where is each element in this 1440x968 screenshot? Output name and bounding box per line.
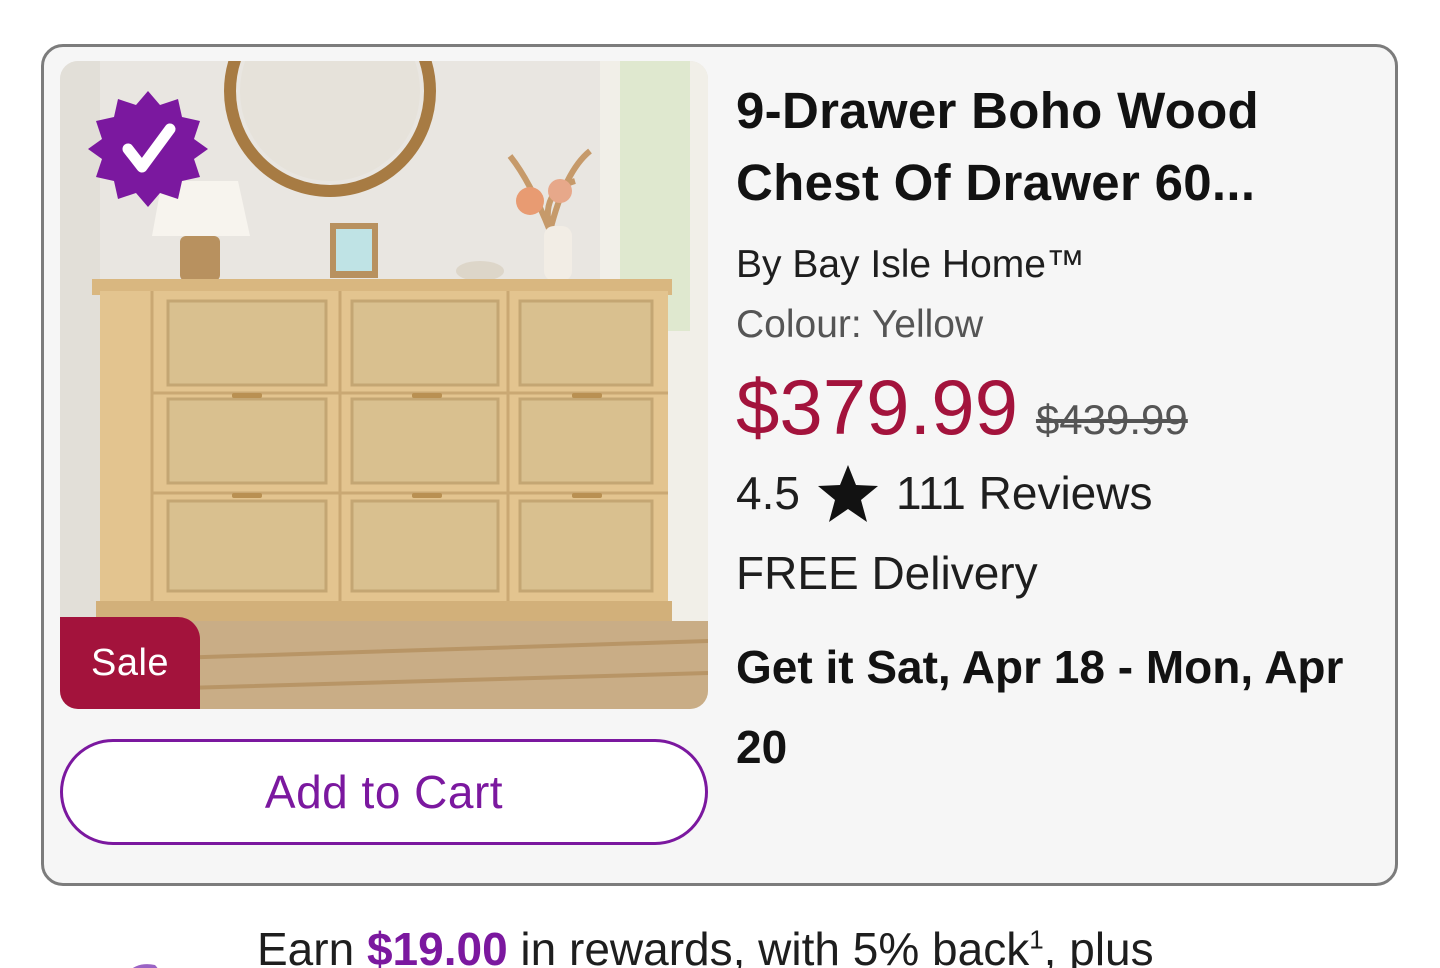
star-icon — [817, 465, 878, 522]
product-card[interactable]: Sale Add to Cart 9-Drawer Boho Wood Ches… — [41, 44, 1398, 886]
sale-price: $379.99 — [736, 363, 1018, 451]
product-colour: Colour: Yellow — [736, 303, 984, 346]
rewards-banner: Earn $19.00 in rewards, with 5% back1, p… — [257, 922, 1417, 968]
product-title[interactable]: 9-Drawer Boho Wood Chest Of Drawer 60... — [736, 75, 1356, 219]
delivery-eta: Get it Sat, Apr 18 - Mon, Apr 20 — [736, 641, 1344, 773]
price-row: $379.99 $439.99 — [736, 357, 1356, 457]
page: Sale Add to Cart 9-Drawer Boho Wood Ches… — [0, 0, 1440, 968]
rewards-prefix: Earn — [257, 923, 367, 968]
delivery-info: FREE Delivery — [736, 547, 1038, 599]
rating-row[interactable]: 4.5 111 Reviews — [736, 461, 1356, 525]
product-brand[interactable]: By Bay Isle Home™ — [736, 237, 1356, 293]
reviews-count[interactable]: 111 Reviews — [896, 461, 1153, 525]
rewards-icon — [133, 964, 158, 968]
rewards-footnote[interactable]: 1 — [1029, 925, 1043, 955]
original-price: $439.99 — [1035, 396, 1188, 443]
product-info: 9-Drawer Boho Wood Chest Of Drawer 60...… — [736, 75, 1356, 787]
add-to-cart-button[interactable]: Add to Cart — [60, 739, 708, 845]
product-image[interactable]: Sale — [60, 61, 708, 709]
sale-badge: Sale — [60, 617, 200, 709]
rating-value: 4.5 — [736, 467, 800, 519]
rewards-suffix: , plus — [1043, 923, 1154, 968]
verified-check-icon — [86, 87, 210, 211]
rewards-amount[interactable]: $19.00 — [367, 923, 508, 968]
rewards-middle: in rewards, with 5% back — [507, 923, 1030, 968]
